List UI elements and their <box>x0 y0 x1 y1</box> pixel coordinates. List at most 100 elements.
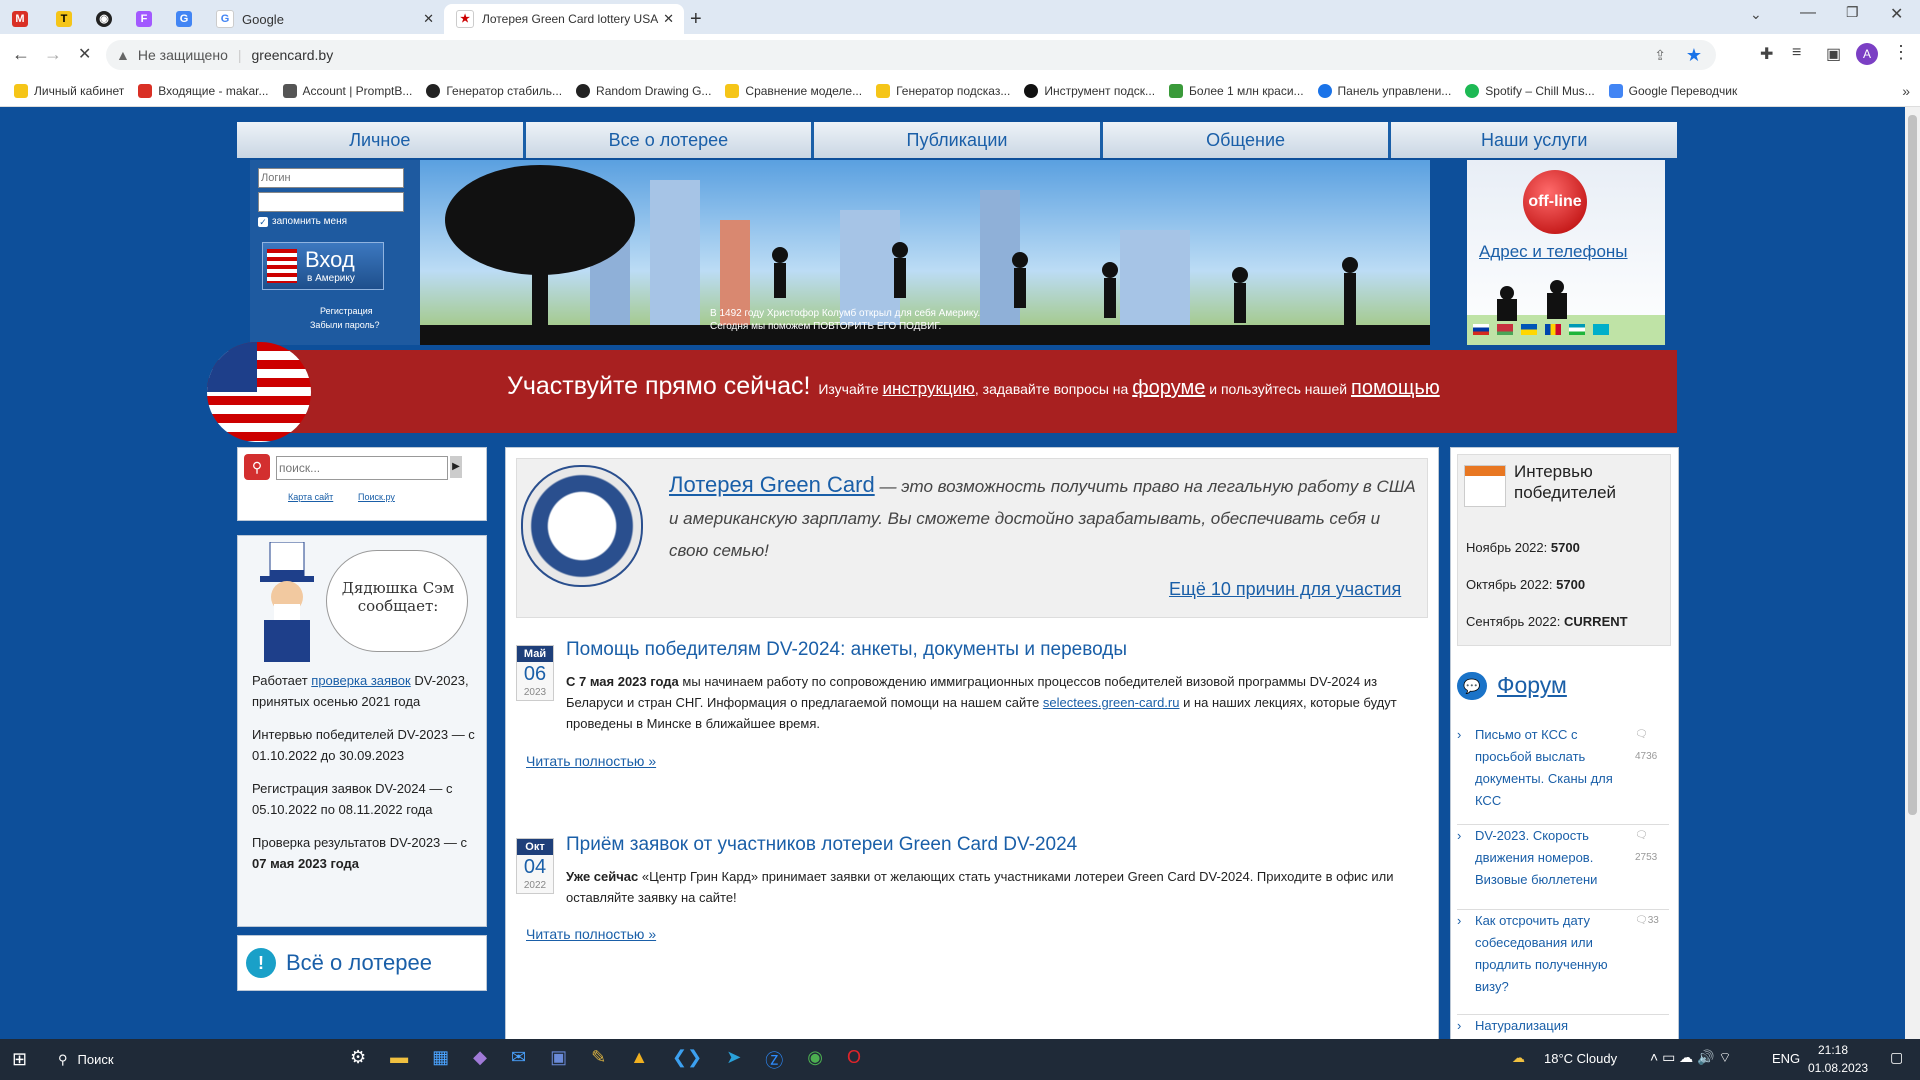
forum-topic[interactable]: › DV-2023. Скорость движения номеров. Ви… <box>1457 825 1669 910</box>
media-icon[interactable]: ≡ <box>1792 44 1801 62</box>
bookmark[interactable]: Account | PromptB... <box>282 84 412 98</box>
forum-link[interactable]: форуме <box>1132 377 1205 399</box>
menu-icon[interactable]: ⋮ <box>1892 42 1910 63</box>
nav-item-lottery[interactable]: Все о лотерее <box>526 122 815 158</box>
back-icon[interactable]: ← <box>12 44 30 65</box>
app-icon[interactable]: ◆ <box>473 1047 487 1073</box>
more-reasons-link[interactable]: Ещё 10 причин для участия <box>1169 579 1401 600</box>
nav-item-services[interactable]: Наши услуги <box>1391 122 1677 158</box>
bookmark[interactable]: Сравнение моделе... <box>725 84 862 98</box>
vscode-icon[interactable]: ❮❯ <box>672 1047 702 1073</box>
flag-md-icon[interactable] <box>1545 324 1561 335</box>
bookmark[interactable]: Инструмент подск... <box>1024 84 1155 98</box>
folder-icon[interactable]: ▬ <box>390 1047 408 1073</box>
windows-start-icon[interactable]: ⊞ <box>12 1049 27 1070</box>
register-link[interactable]: Регистрация <box>320 306 373 316</box>
forum-topic-title[interactable]: Письмо от КСС с просьбой выслать докумен… <box>1475 724 1623 812</box>
tab-greencard[interactable]: ★ Лотерея Green Card lottery USA ✕ <box>444 4 684 34</box>
bookmark[interactable]: Google Переводчик <box>1608 84 1737 98</box>
tab-search-icon[interactable]: ⌄ <box>1750 6 1762 23</box>
zoom-icon[interactable]: Ⓩ <box>765 1047 783 1073</box>
forum-topic[interactable]: › Как отсрочить дату собеседования или п… <box>1457 910 1669 1015</box>
login-input[interactable] <box>258 168 404 188</box>
omnibox[interactable]: ▲ Не защищено | greencard.by ⇪ ★ <box>106 40 1716 70</box>
bookmark[interactable]: Random Drawing G... <box>576 84 711 98</box>
flag-ru-icon[interactable] <box>1473 324 1489 335</box>
nav-item-community[interactable]: Общение <box>1103 122 1392 158</box>
forum-topic[interactable]: › Натурализация <box>1457 1015 1669 1039</box>
nav-item-publications[interactable]: Публикации <box>814 122 1103 158</box>
search-input[interactable] <box>276 456 448 480</box>
bookmark[interactable]: Входящие - makar... <box>138 84 269 98</box>
address-link[interactable]: Адрес и телефоны <box>1479 242 1628 262</box>
read-more-link[interactable]: Читать полностью » <box>526 926 656 942</box>
language-indicator[interactable]: ENG <box>1772 1051 1800 1066</box>
minimize-icon[interactable]: — <box>1800 4 1816 22</box>
url-text[interactable]: greencard.by <box>252 47 334 63</box>
new-tab-button[interactable]: + <box>690 4 720 34</box>
forum-topic-title[interactable]: Как отсрочить дату собеседования или про… <box>1475 910 1623 998</box>
password-input[interactable] <box>258 192 404 212</box>
help-link[interactable]: помощью <box>1351 377 1440 399</box>
post-title[interactable]: Помощь победителям DV-2024: анкеты, доку… <box>566 639 1127 661</box>
clock-time[interactable]: 21:18 <box>1818 1043 1848 1057</box>
tray-icons[interactable]: ˄ ▭ ☁ 🔊 ⌔ <box>1650 1049 1732 1067</box>
opera-icon[interactable]: O <box>847 1047 861 1073</box>
flag-ua-icon[interactable] <box>1521 324 1537 335</box>
chrome-icon[interactable]: ◉ <box>807 1047 823 1073</box>
tab-t[interactable]: T <box>44 4 84 34</box>
green-card-lottery-link[interactable]: Лотерея Green Card <box>669 472 875 497</box>
notifications-icon[interactable]: ▢ <box>1890 1049 1903 1066</box>
bookmark[interactable]: Панель управлени... <box>1317 84 1451 98</box>
mail-icon[interactable]: ✉ <box>511 1047 526 1073</box>
telegram-icon[interactable]: ➤ <box>726 1047 741 1073</box>
page-scrollbar[interactable] <box>1905 107 1920 1039</box>
remember-checkbox[interactable]: ✓ <box>258 216 268 227</box>
close-icon[interactable]: ✕ <box>663 11 674 27</box>
forum-topic-title[interactable]: DV-2023. Скорость движения номеров. Визо… <box>1475 825 1623 891</box>
check-applications-link[interactable]: проверка заявок <box>311 673 410 688</box>
bookmark[interactable]: Личный кабинет <box>14 84 124 98</box>
profile-avatar[interactable]: A <box>1856 43 1878 65</box>
extensions-icon[interactable]: ✚ <box>1760 44 1773 64</box>
flag-kz-icon[interactable] <box>1593 324 1609 335</box>
lottery-section-title[interactable]: Всё о лотерее <box>286 950 432 976</box>
forum-title[interactable]: Форум <box>1497 672 1567 699</box>
forum-topic-title[interactable]: Натурализация <box>1475 1015 1568 1037</box>
more-bookmarks-icon[interactable]: » <box>1902 83 1910 99</box>
flag-by-icon[interactable] <box>1497 324 1513 335</box>
maximize-icon[interactable]: ❐ <box>1846 4 1859 21</box>
tab-translate[interactable]: G <box>164 4 204 34</box>
star-icon[interactable]: ★ <box>1686 45 1702 66</box>
search-tab-poisk[interactable]: Поиск.ру <box>358 492 395 502</box>
tool-icon[interactable]: ✎ <box>591 1047 606 1073</box>
settings-icon[interactable]: ⚙ <box>350 1047 366 1073</box>
forum-topic[interactable]: › Письмо от КСС с просьбой выслать докум… <box>1457 724 1669 825</box>
flag-uz-icon[interactable] <box>1569 324 1585 335</box>
search-go-button[interactable]: ▶ <box>450 456 462 478</box>
store-icon[interactable]: ▦ <box>432 1047 449 1073</box>
read-more-link[interactable]: Читать полностью » <box>526 753 656 769</box>
clock-date[interactable]: 01.08.2023 <box>1808 1061 1868 1075</box>
forward-icon[interactable]: → <box>44 44 62 65</box>
enter-button[interactable]: Вход в Америку <box>262 242 384 290</box>
forgot-password-link[interactable]: Забыли пароль? <box>310 320 379 330</box>
tab-gmail[interactable]: M <box>0 4 40 34</box>
close-icon[interactable]: ✕ <box>423 11 434 27</box>
taskbar-search[interactable]: ⚲ Поиск <box>48 1045 328 1074</box>
tab-github[interactable]: ◉ <box>84 4 124 34</box>
bookmark[interactable]: Генератор стабиль... <box>426 84 562 98</box>
selectees-link[interactable]: selectees.green-card.ru <box>1043 695 1180 710</box>
save-icon[interactable]: ▣ <box>550 1047 567 1073</box>
post-title[interactable]: Приём заявок от участников лотереи Green… <box>566 834 1077 856</box>
weather-text[interactable]: 18°C Cloudy <box>1544 1051 1617 1066</box>
scrollbar-thumb[interactable] <box>1908 115 1917 815</box>
app-icon[interactable]: ▲ <box>630 1047 648 1073</box>
stop-icon[interactable]: ✕ <box>78 44 91 64</box>
share-icon[interactable]: ⇪ <box>1654 47 1666 64</box>
instruction-link[interactable]: инструкцию <box>883 379 975 398</box>
close-window-icon[interactable]: ✕ <box>1890 4 1903 24</box>
sidepanel-icon[interactable]: ▣ <box>1826 44 1841 64</box>
tab-google[interactable]: G Google ✕ <box>204 4 444 34</box>
tab-figma[interactable]: F <box>124 4 164 34</box>
